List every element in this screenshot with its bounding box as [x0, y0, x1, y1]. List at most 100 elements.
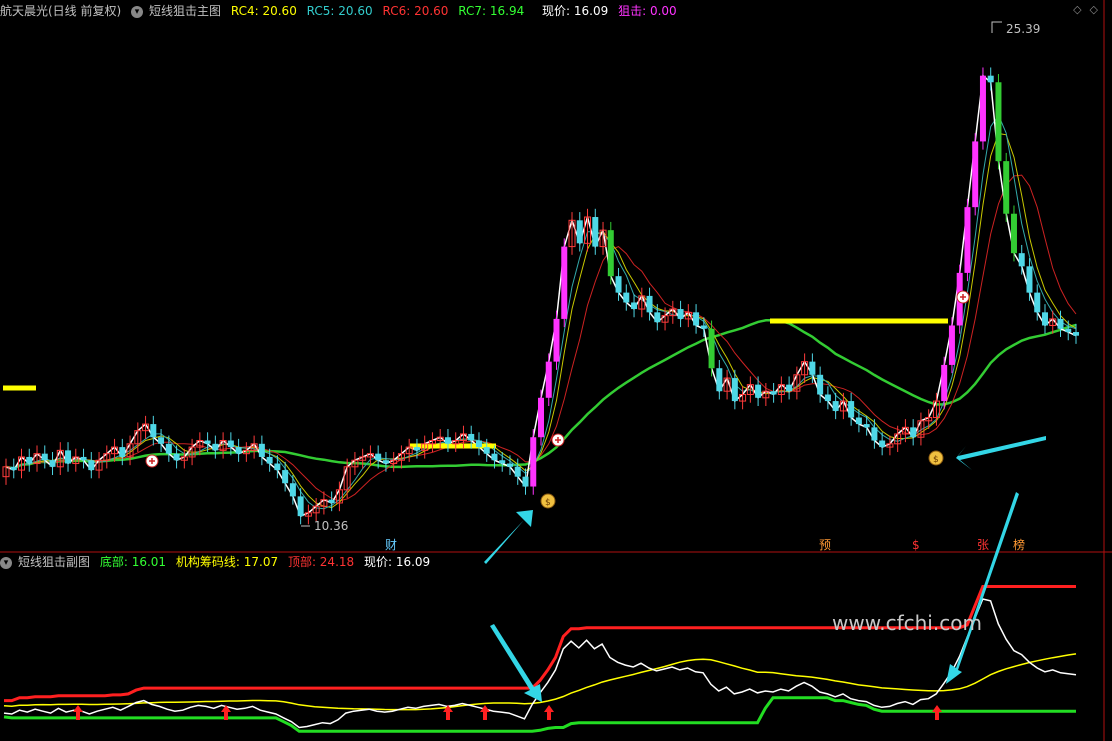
candle-body: [592, 217, 599, 247]
candle-body: [258, 443, 265, 457]
candle-body: [444, 437, 451, 444]
arrow-icon: [956, 436, 1046, 470]
candle-body: [871, 427, 878, 441]
candle-body: [10, 466, 17, 471]
candle-body: [158, 437, 165, 444]
candle-body: [910, 427, 917, 438]
candle-body: [1034, 292, 1041, 313]
candle-body: [948, 325, 955, 365]
candle-body: [607, 230, 614, 277]
candle-body: [995, 82, 1002, 162]
candle-body: [979, 75, 986, 142]
candle-body: [824, 394, 831, 402]
money-bag-glyph: $: [545, 498, 551, 508]
candle-body: [413, 447, 420, 451]
candle-body: [538, 397, 544, 438]
candle-body: [615, 276, 622, 293]
candle-body: [716, 368, 723, 392]
candle-body: [646, 295, 653, 313]
candle-body: [731, 378, 738, 402]
candle-body: [700, 325, 707, 329]
candle-body: [227, 440, 234, 448]
candle-body: [1018, 253, 1025, 267]
event-marker-cai[interactable]: 财: [385, 538, 397, 552]
candle-body: [499, 460, 506, 464]
candle-body: [375, 453, 382, 461]
watermark: www.cfchi.com: [832, 611, 982, 635]
candle-body: [26, 456, 33, 464]
candle-body: [623, 292, 630, 303]
arrow-icon: [484, 510, 533, 564]
candle-body: [576, 220, 583, 244]
candle-body: [173, 453, 180, 461]
candle-body: [677, 309, 684, 319]
candle-body: [80, 456, 87, 461]
candle-body: [150, 424, 157, 438]
candle-body: [693, 312, 700, 326]
candle-body: [879, 440, 886, 448]
candle-body: [832, 401, 839, 411]
candle-body: [282, 470, 289, 484]
candle-body: [855, 417, 862, 425]
top-line: [4, 585, 1076, 703]
candle-body: [1026, 266, 1033, 293]
candle-body: [289, 483, 296, 497]
candle-body: [119, 447, 126, 457]
low-price-label: 10.36: [314, 519, 348, 533]
candle-body: [972, 141, 979, 208]
candle-body: [755, 384, 762, 398]
candle-body: [328, 499, 335, 503]
buy-arrow-icon: [480, 705, 490, 720]
candle-body: [545, 361, 552, 398]
candle-body: [1041, 312, 1048, 326]
candle-body: [1003, 161, 1010, 214]
event-marker-dollar[interactable]: $: [912, 538, 920, 552]
candle-body: [514, 466, 521, 477]
candle-body: [561, 246, 568, 319]
candle-body: [382, 460, 389, 464]
high-pointer: [991, 21, 1002, 33]
candle-body: [964, 207, 971, 273]
candle-body: [1065, 328, 1072, 333]
candle-body: [274, 463, 281, 471]
candle-body: [863, 424, 870, 428]
candle-body: [770, 391, 777, 395]
candle-body: [809, 361, 816, 375]
candle-body: [204, 440, 211, 444]
high-price-label: 25.39: [1006, 22, 1040, 36]
candle-body: [212, 443, 219, 451]
candle-body: [297, 496, 304, 517]
candle-body: [708, 328, 715, 369]
candle-body: [65, 450, 72, 464]
candle-body: [631, 302, 638, 310]
candle-body: [506, 463, 513, 467]
candle-body: [553, 318, 560, 362]
buy-arrow-icon: [544, 705, 554, 720]
event-marker-zhang[interactable]: 张: [977, 538, 989, 552]
candle-body: [987, 75, 994, 83]
candle-body: [817, 374, 824, 395]
candle-body: [530, 437, 537, 487]
candle-body: [49, 460, 56, 467]
candle-body: [468, 433, 475, 441]
candle-body: [475, 440, 482, 448]
money-bag-glyph: $: [933, 455, 939, 465]
candle-body: [165, 443, 172, 454]
candle-body: [491, 453, 498, 461]
candle-body: [522, 476, 529, 487]
candle-body: [41, 453, 48, 461]
candle-body: [786, 384, 793, 392]
candle-body: [1073, 332, 1079, 336]
candle-body: [266, 456, 273, 464]
arrow-icon: [490, 624, 542, 702]
candle-body: [848, 401, 855, 418]
candle-body: [941, 364, 948, 402]
candle-body: [654, 312, 661, 323]
event-marker-bang[interactable]: 榜: [1013, 537, 1025, 552]
candle-body: [235, 447, 242, 454]
candle-body: [483, 447, 490, 454]
candle-body: [88, 460, 95, 471]
candle-body: [1057, 318, 1064, 329]
event-marker-yu[interactable]: 预: [819, 538, 831, 552]
candle-body: [1010, 213, 1017, 254]
